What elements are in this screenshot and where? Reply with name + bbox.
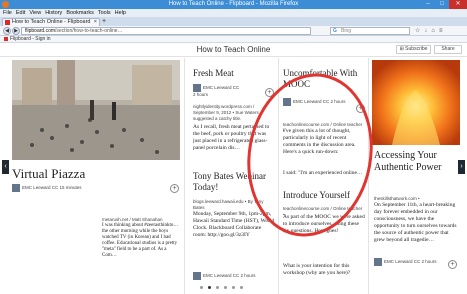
add-to-magazine-button[interactable]: + bbox=[448, 260, 457, 269]
menu-icon[interactable]: ≡ bbox=[439, 27, 443, 35]
search-engine-icon: G bbox=[333, 28, 337, 34]
firefox-logo-icon bbox=[2, 1, 9, 8]
home-icon[interactable]: ⌂ bbox=[431, 27, 435, 35]
menu-help[interactable]: Help bbox=[115, 9, 126, 17]
tab-label: How to Teach Online - Flipboard bbox=[12, 19, 91, 25]
card-body-authentic: On September 11th, a heart-breaking day … bbox=[374, 202, 457, 243]
subscribe-label: Subscribe bbox=[405, 46, 428, 52]
avatar bbox=[12, 184, 20, 192]
fire-photo bbox=[372, 60, 460, 145]
avatar bbox=[374, 258, 382, 266]
subscribe-button[interactable]: ⊞ Subscribe bbox=[396, 45, 431, 54]
back-button[interactable]: ◀ bbox=[3, 27, 11, 35]
post-time: 2 hours bbox=[240, 273, 256, 279]
author-name[interactable]: EMC Leeward CC bbox=[384, 259, 420, 264]
minimize-button[interactable]: – bbox=[421, 0, 435, 9]
avatar bbox=[193, 84, 201, 92]
card-byline-bates: EMC Leeward CC 2 hours bbox=[193, 272, 256, 280]
avatar bbox=[193, 272, 201, 280]
window-title: How to Teach Online - Flipboard - Mozill… bbox=[168, 1, 299, 7]
post-time: 2 hours bbox=[421, 259, 437, 265]
url-bar[interactable]: flipboard.com/section/how-to-teach-onlin… bbox=[21, 27, 311, 35]
flipboard-favicon-icon bbox=[5, 20, 10, 25]
author-name[interactable]: EMC Leeward CC bbox=[203, 273, 239, 278]
card-byline-fresh: EMC Leeward CC 2 hours bbox=[193, 84, 243, 98]
page-dot[interactable] bbox=[200, 286, 203, 289]
flipboard-bookmark-icon bbox=[4, 36, 8, 41]
close-window-button[interactable]: ✕ bbox=[449, 0, 467, 9]
bookmark-flipboard-signin[interactable]: Flipboard - Sign in bbox=[10, 36, 51, 42]
page-dot-active[interactable] bbox=[208, 286, 211, 289]
new-tab-button[interactable]: + bbox=[102, 18, 106, 26]
card-authentic-power[interactable]: Accessing Your Authentic Power theskills… bbox=[372, 58, 460, 294]
menu-view[interactable]: View bbox=[29, 9, 41, 17]
bookmark-star-icon[interactable]: ☆ bbox=[415, 27, 420, 35]
url-path: /section/how-to-teach-online… bbox=[55, 28, 123, 34]
menu-edit[interactable]: Edit bbox=[16, 9, 25, 17]
card-byline-virtual: EMC Leeward CC 15 minutes bbox=[12, 184, 82, 192]
navigation-bar: ◀ ▶ flipboard.com/section/how-to-teach-o… bbox=[0, 26, 467, 36]
page-indicator bbox=[200, 286, 243, 289]
flipboard-header: How to Teach Online ⊞ Subscribe Share bbox=[0, 43, 467, 57]
tab-close-icon[interactable]: × bbox=[94, 19, 97, 26]
forward-button[interactable]: ▶ bbox=[12, 27, 20, 35]
download-icon[interactable]: ↓ bbox=[424, 27, 427, 35]
previous-page-arrow[interactable]: ‹ bbox=[2, 160, 9, 174]
card-byline-authentic: EMC Leeward CC 2 hours bbox=[374, 258, 437, 266]
next-page-arrow[interactable]: › bbox=[458, 160, 465, 174]
card-title-virtual-piazza[interactable]: Virtual Piazza bbox=[12, 166, 85, 182]
page-dot[interactable] bbox=[224, 286, 227, 289]
post-time: 2 hours bbox=[193, 92, 209, 97]
window-titlebar: How to Teach Online - Flipboard - Mozill… bbox=[0, 0, 467, 9]
share-button[interactable]: Share bbox=[434, 45, 462, 54]
author-name[interactable]: EMC Leeward CC bbox=[22, 185, 58, 190]
page-dot[interactable] bbox=[232, 286, 235, 289]
author-name[interactable]: EMC Leeward CC bbox=[203, 85, 239, 90]
search-input[interactable]: G Bing bbox=[330, 27, 410, 35]
url-domain: flipboard.com bbox=[25, 28, 56, 34]
page-dot[interactable] bbox=[216, 286, 219, 289]
post-time: 15 minutes bbox=[59, 185, 82, 191]
menu-bar: File Edit View History Bookmarks Tools H… bbox=[0, 9, 467, 17]
tab-flipboard[interactable]: How to Teach Online - Flipboard × bbox=[2, 18, 100, 26]
card-body-intro-2: What is your intention for this workshop… bbox=[283, 263, 351, 276]
page-dot[interactable] bbox=[240, 286, 243, 289]
tab-bar: How to Teach Online - Flipboard × + bbox=[0, 17, 467, 26]
menu-file[interactable]: File bbox=[3, 9, 12, 17]
card-title-authentic[interactable]: Accessing Your Authentic Power bbox=[374, 150, 460, 174]
bookmarks-toolbar: Flipboard - Sign in bbox=[0, 36, 467, 43]
add-to-magazine-button[interactable]: + bbox=[170, 184, 179, 193]
column-divider bbox=[184, 58, 185, 294]
toolbar-icons: ☆ ↓ ⌂ ≡ bbox=[415, 27, 443, 35]
card-body-virtual: I was thinking about #zeerasthinkto… the… bbox=[102, 223, 179, 258]
menu-bookmarks[interactable]: Bookmarks bbox=[66, 9, 94, 17]
card-title-fresh-meat[interactable]: Fresh Meat bbox=[193, 68, 234, 78]
virtual-piazza-excerpt: metarush.net / Matt Shanahan I was think… bbox=[102, 217, 180, 277]
page-viewport: How to Teach Online ⊞ Subscribe Share Vi… bbox=[0, 43, 467, 294]
piazza-photo bbox=[12, 60, 180, 160]
search-placeholder: Bing bbox=[341, 28, 352, 34]
menu-tools[interactable]: Tools bbox=[98, 9, 111, 17]
menu-history[interactable]: History bbox=[45, 9, 62, 17]
window-controls: – □ ✕ bbox=[421, 0, 467, 9]
maximize-button[interactable]: □ bbox=[435, 0, 449, 9]
